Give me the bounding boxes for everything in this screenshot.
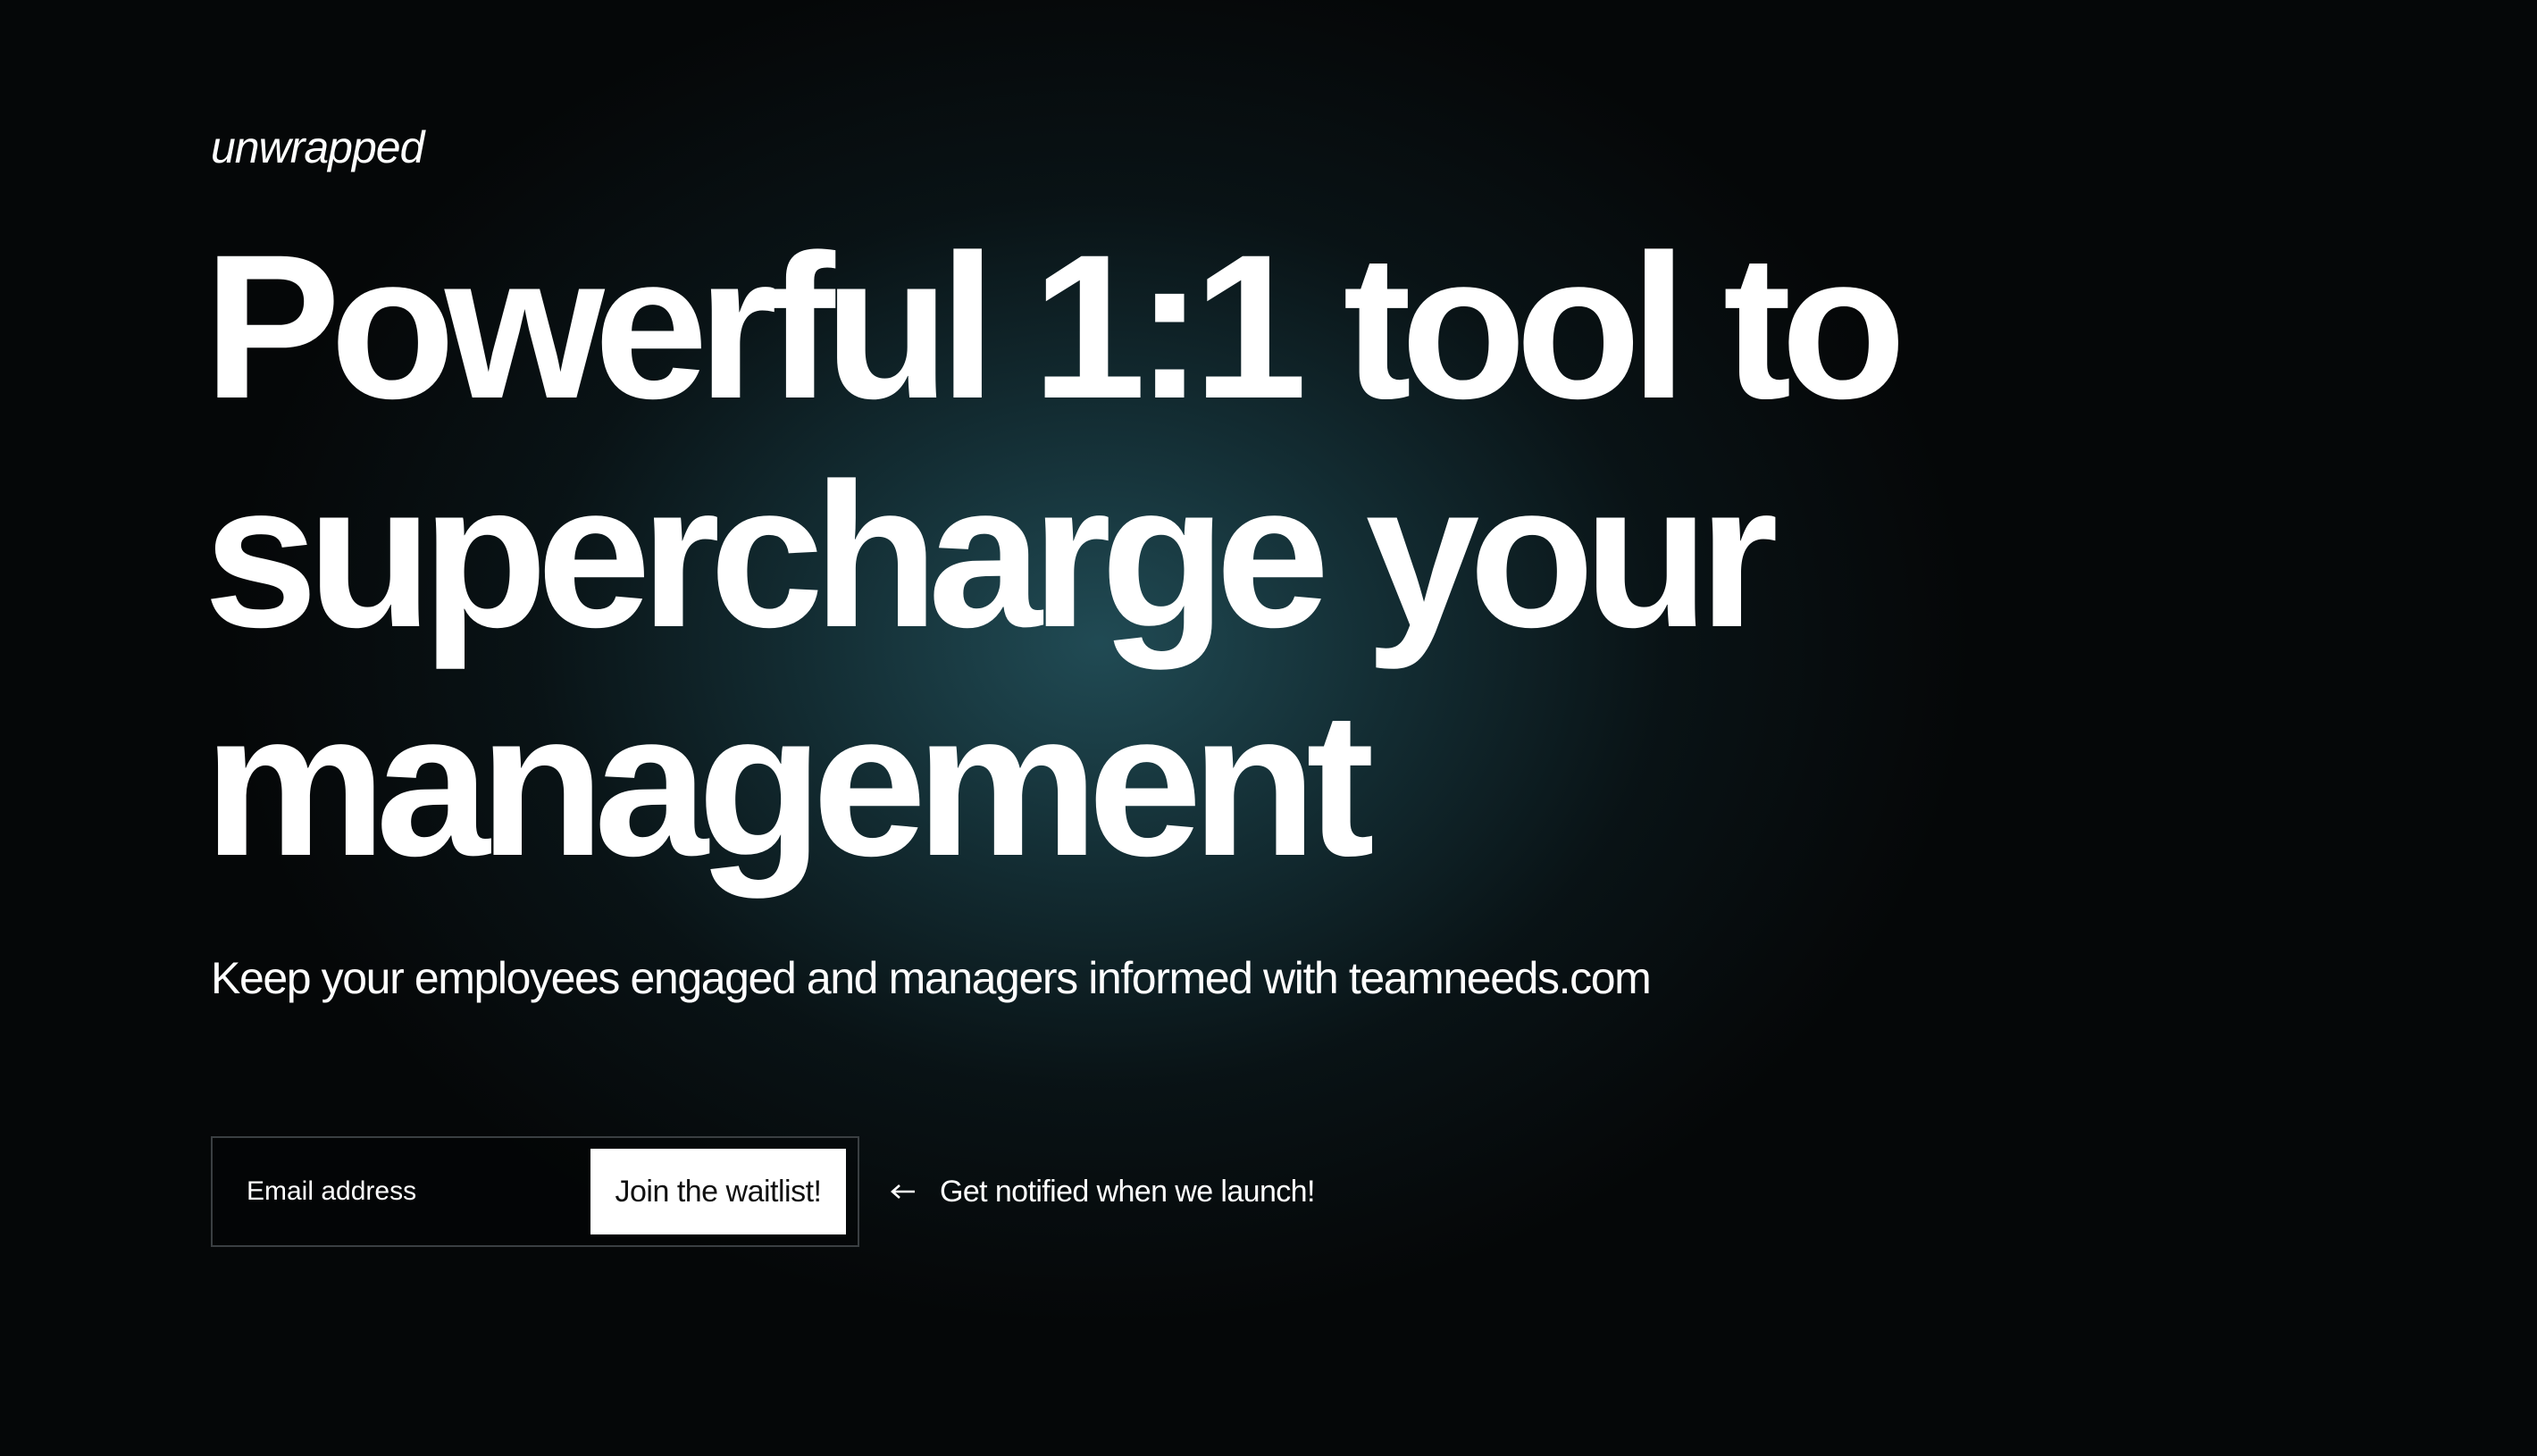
headline-line-2: supercharge your [204, 440, 1779, 670]
hero-subheadline: Keep your employees engaged and managers… [211, 953, 1652, 1003]
brand-logo[interactable]: unwrapped [211, 121, 424, 173]
headline-line-1: Powerful 1:1 tool to [204, 212, 1906, 441]
email-input[interactable] [247, 1176, 550, 1207]
waitlist-signup: Join the waitlist! Get notified when we … [211, 1136, 1315, 1247]
arrow-left-icon [890, 1183, 917, 1201]
launch-hint-text: Get notified when we launch! [940, 1174, 1315, 1209]
waitlist-form: Join the waitlist! [211, 1136, 859, 1247]
headline-line-3: management [204, 669, 1375, 899]
hero-headline: Powerful 1:1 tool to supercharge your ma… [204, 213, 2437, 899]
join-waitlist-button[interactable]: Join the waitlist! [590, 1149, 846, 1234]
landing-page: unwrapped Powerful 1:1 tool to superchar… [204, 0, 2537, 1456]
launch-hint: Get notified when we launch! [890, 1175, 1315, 1209]
